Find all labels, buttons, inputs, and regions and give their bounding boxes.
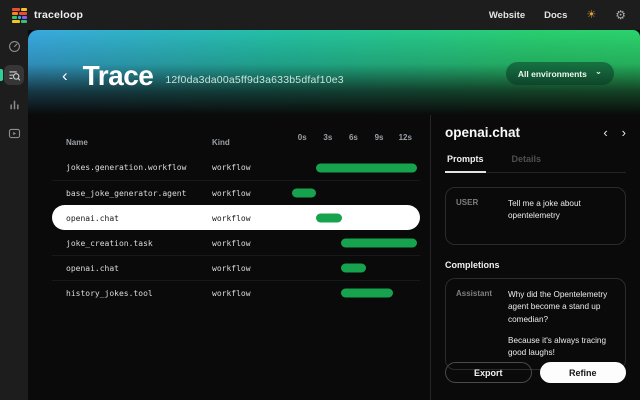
top-bar: traceloop Website Docs ☀ ⚙ (0, 0, 640, 30)
span-duration-bar (341, 289, 393, 298)
completions-heading: Completions (445, 260, 626, 270)
span-rows: jokes.generation.workflow workflow base_… (52, 155, 420, 305)
refine-button[interactable]: Refine (540, 362, 627, 383)
span-duration-bar (292, 189, 316, 198)
time-tick: 3s (323, 133, 332, 142)
span-duration-bar (316, 214, 342, 223)
time-tick: 12s (399, 133, 412, 142)
span-name: jokes.generation.workflow (52, 163, 212, 172)
back-chevron-icon[interactable]: ‹ (62, 67, 68, 84)
table-row[interactable]: openai.chat workflow (52, 255, 420, 280)
table-row[interactable]: jokes.generation.workflow workflow (52, 155, 420, 180)
span-kind: workflow (212, 239, 292, 248)
time-axis: 0s 3s 6s 9s 12s (292, 133, 420, 151)
span-duration-bar (341, 264, 367, 273)
trace-id: 12f0da3da00a5ff9d3a633b5dfaf10e3 (165, 74, 343, 86)
sidebar-item-traces[interactable] (4, 65, 24, 85)
sidebar-item-analytics[interactable] (4, 94, 24, 114)
sun-icon[interactable]: ☀ (586, 10, 596, 21)
console-play-icon (8, 127, 21, 140)
span-name: openai.chat (52, 214, 212, 223)
link-docs[interactable]: Docs (544, 10, 567, 21)
message-role: USER (456, 198, 498, 207)
message-role: Assistant (456, 289, 498, 298)
span-kind: workflow (212, 189, 292, 198)
span-table: Name Kind 0s 3s 6s 9s 12s jokes.generati… (28, 115, 430, 400)
message-content-line: Why did the Opentelemetry agent become a… (508, 289, 615, 326)
span-table-header: Name Kind 0s 3s 6s 9s 12s (52, 133, 420, 151)
span-name: base_joke_generator.agent (52, 189, 212, 198)
span-kind: workflow (212, 163, 292, 172)
next-span-button[interactable]: › (622, 126, 626, 139)
brand-name: traceloop (34, 9, 83, 21)
message-content-line: Because it's always tracing good laughs! (508, 335, 615, 360)
main-area: ‹ Trace 12f0da3da00a5ff9d3a633b5dfaf10e3… (28, 30, 640, 400)
detail-tabs: Prompts Details (445, 150, 626, 173)
time-tick: 9s (375, 133, 384, 142)
active-indicator (0, 69, 3, 81)
traceloop-logo-icon (12, 8, 27, 23)
span-duration-bar (341, 239, 418, 248)
completion-message: Assistant Why did the Opentelemetry agen… (445, 278, 626, 370)
span-name: history_jokes.tool (52, 289, 212, 298)
brand[interactable]: traceloop (12, 8, 83, 23)
gauge-icon (8, 40, 21, 53)
span-kind: workflow (212, 264, 292, 273)
col-header-name: Name (52, 138, 212, 147)
trace-header: ‹ Trace 12f0da3da00a5ff9d3a633b5dfaf10e3… (28, 30, 640, 115)
time-tick: 0s (298, 133, 307, 142)
bar-chart-icon (8, 98, 21, 111)
span-name: joke_creation.task (52, 239, 212, 248)
prev-span-button[interactable]: ‹ (603, 126, 607, 139)
environment-selector[interactable]: All environments ⌄ (506, 62, 614, 85)
trace-search-icon (8, 69, 21, 82)
chevron-down-icon: ⌄ (595, 69, 602, 73)
table-row[interactable]: base_joke_generator.agent workflow (52, 180, 420, 205)
table-row[interactable]: history_jokes.tool workflow (52, 280, 420, 305)
export-button[interactable]: Export (445, 362, 532, 383)
span-name: openai.chat (52, 264, 212, 273)
tab-details[interactable]: Details (510, 150, 544, 172)
link-website[interactable]: Website (489, 10, 525, 21)
page-title: Trace (83, 60, 154, 92)
sidebar-item-dashboard[interactable] (4, 36, 24, 56)
span-duration-bar (316, 163, 417, 172)
environment-selector-label: All environments (518, 69, 587, 79)
span-kind: workflow (212, 214, 292, 223)
table-row-selected[interactable]: openai.chat workflow (52, 205, 420, 230)
prompt-message: USER Tell me a joke about opentelemetry (445, 187, 626, 245)
gear-icon[interactable]: ⚙ (615, 9, 626, 21)
span-kind: workflow (212, 289, 292, 298)
table-row[interactable]: joke_creation.task workflow (52, 230, 420, 255)
span-detail-title: openai.chat (445, 125, 520, 140)
col-header-kind: Kind (212, 138, 292, 147)
sidebar-item-playground[interactable] (4, 123, 24, 143)
span-detail-panel: openai.chat ‹ › Prompts Details USER Tel… (430, 115, 640, 400)
sidebar (0, 30, 28, 400)
tab-prompts[interactable]: Prompts (445, 150, 486, 173)
time-tick: 6s (349, 133, 358, 142)
message-content: Tell me a joke about opentelemetry (508, 198, 615, 223)
